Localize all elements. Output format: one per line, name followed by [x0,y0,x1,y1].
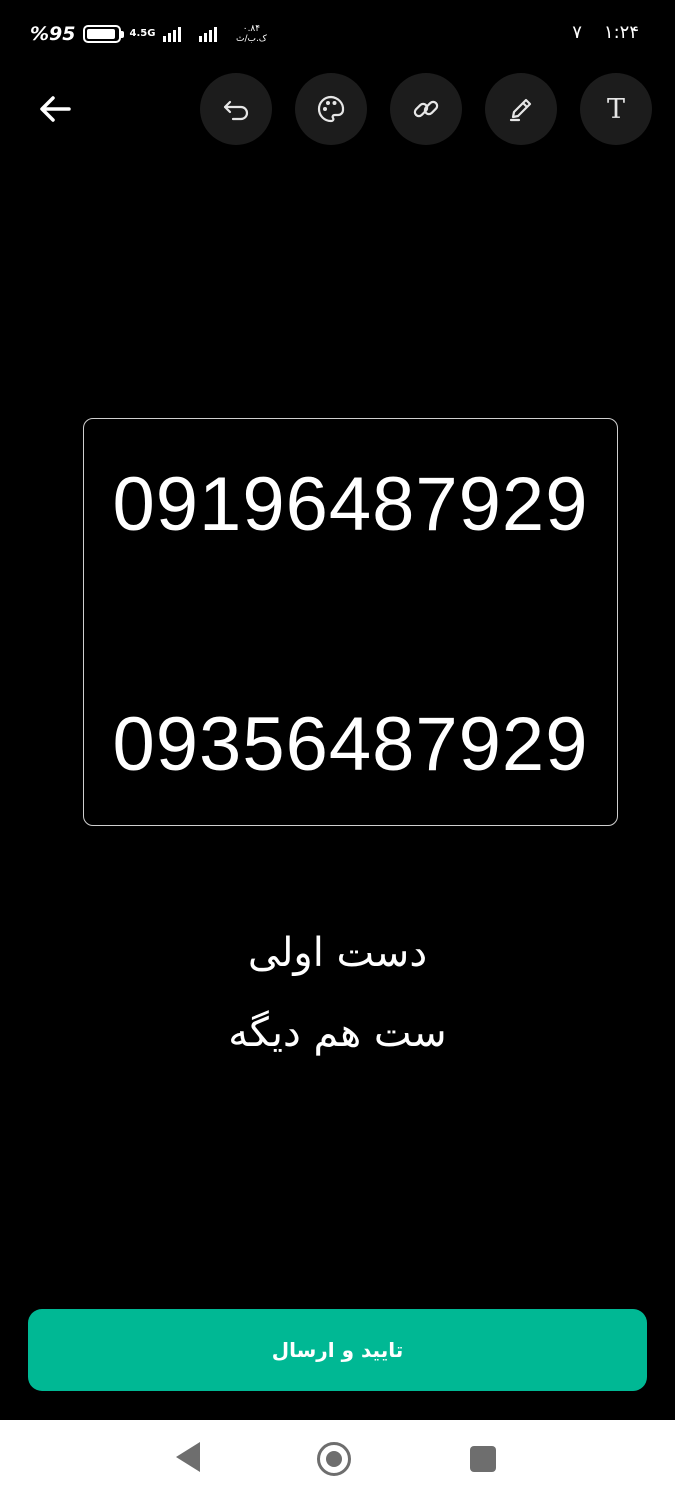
caption-line-1: دست اولی [247,930,428,976]
palette-icon [317,95,345,123]
notification-count: ۷ [572,22,582,43]
back-button[interactable] [30,86,80,132]
data-speed: ۰.۸۴ ک.ب/ث [235,24,267,44]
status-right-group: ۷ ۱:۲۴ [572,22,639,43]
nav-recents-icon[interactable] [470,1446,496,1472]
signal-icon-2 [199,26,218,42]
number-card: 09196487929 09356487929 [83,418,618,826]
undo-button[interactable] [200,73,272,145]
arrow-left-icon [40,96,71,122]
text-icon: T [606,93,625,125]
clock: ۱:۲۴ [603,22,639,43]
phone-number-2: 09356487929 [112,702,589,787]
nav-home-icon[interactable] [317,1442,351,1476]
network-indicator: 4.5G [129,29,155,39]
undo-icon [223,100,249,121]
link-icon [413,100,439,118]
color-button[interactable] [295,73,367,145]
status-left-group: %95 4.5G ۰.۸۴ ک.ب/ث [30,20,271,48]
pen-icon [509,98,532,122]
link-button[interactable] [390,73,462,145]
phone-number-1: 09196487929 [112,462,589,547]
text-button[interactable]: T [580,73,652,145]
caption-line-2: ست هم دیگه [228,1010,447,1056]
network-type: 4.5G [129,28,156,39]
draw-button[interactable] [485,73,557,145]
confirm-send-button[interactable]: تایید و ارسال [28,1309,647,1391]
navigation-bar [0,1420,675,1500]
battery-icon [83,25,125,43]
status-bar: %95 4.5G ۰.۸۴ ک.ب/ث ۷ ۱:۲۴ [0,0,675,64]
signal-icon-1 [163,26,182,42]
battery-percent: %95 [30,23,76,45]
nav-back-icon[interactable] [176,1442,200,1472]
